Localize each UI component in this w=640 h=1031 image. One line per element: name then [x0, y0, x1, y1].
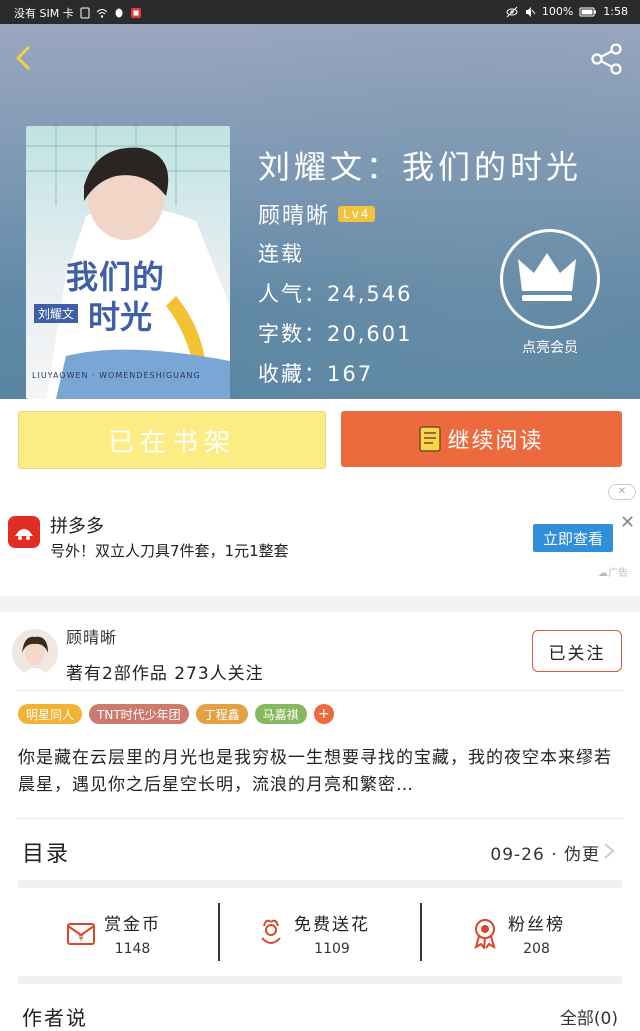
fans-stat[interactable]: 粉丝榜 208: [470, 903, 565, 963]
app-icon: [130, 8, 141, 18]
flowers-label: 免费送花: [294, 914, 370, 935]
wifi-icon: [96, 9, 108, 18]
tag-item[interactable]: 丁程鑫: [195, 704, 248, 724]
ad-close-icon[interactable]: ✕: [620, 512, 635, 533]
cover-title-line2: 时光: [88, 298, 153, 336]
separator: [420, 903, 422, 961]
toc-title[interactable]: 目录: [22, 836, 70, 868]
author-says-count[interactable]: 全部(0): [560, 1004, 618, 1029]
popularity-label: 人气：: [258, 282, 327, 306]
pinduoduo-logo-icon: [8, 516, 40, 548]
coins-label: 赏金币: [104, 914, 161, 935]
author-name: 顾晴晰: [258, 204, 331, 229]
vip-label: 点亮会员: [522, 340, 578, 356]
flowers-value: 1109: [314, 940, 350, 957]
popularity-row: 人气：24,546: [258, 278, 412, 308]
tag-list: 明星同人 TNT时代少年团 丁程鑫 马嘉祺 +: [18, 704, 334, 724]
medal-icon: [474, 919, 496, 949]
favorites-value: 167: [327, 362, 374, 386]
coin-envelope-icon: ¥: [67, 923, 95, 945]
popularity-value: 24,546: [327, 282, 413, 306]
fans-label: 粉丝榜: [508, 914, 565, 935]
level-badge: Lv4: [338, 206, 376, 222]
section-gap: [18, 976, 622, 984]
share-icon[interactable]: [590, 42, 624, 76]
tag-item[interactable]: 明星同人: [18, 704, 83, 724]
flower-icon: [261, 919, 281, 944]
clock: 1:58: [603, 5, 628, 18]
back-arrow-icon[interactable]: [10, 44, 38, 72]
author-card-meta: 著有2部作品 273人关注: [66, 664, 264, 684]
favorites-label: 收藏：: [258, 362, 327, 386]
ad-text: 号外！双立人刀具7件套，1元1整套: [50, 542, 289, 560]
carrier-text: 没有 SIM 卡: [14, 7, 74, 20]
word-count-label: 字数：: [258, 322, 327, 346]
book-header: 我们的 时光 刘耀文 LIUYAOWEN · WOMENDESHIGUANG 刘…: [0, 24, 640, 399]
word-count-value: 20,601: [327, 322, 413, 346]
flowers-stat[interactable]: 免费送花 1109: [256, 903, 370, 963]
status-bar: 没有 SIM 卡 100% 1:58: [0, 0, 640, 24]
author-says-title[interactable]: 作者说: [22, 1002, 88, 1031]
ad-cta-button[interactable]: 立即查看: [533, 524, 613, 552]
toc-update-info[interactable]: 09-26 · 伪更: [490, 840, 600, 865]
battery-percent: 100%: [541, 5, 574, 18]
vip-button[interactable]: 点亮会员: [500, 229, 600, 364]
coins-value: 1148: [114, 940, 151, 957]
author-row[interactable]: 顾晴晰 Lv4: [258, 198, 376, 230]
follow-button[interactable]: 已关注: [532, 630, 622, 672]
ad-banner[interactable]: ✕ 拼多多 号外！双立人刀具7件套，1元1整套 立即查看 ✕ ☁广告: [0, 482, 640, 594]
add-tag-icon[interactable]: +: [313, 704, 334, 724]
serial-status: 连载: [258, 242, 304, 266]
chevron-right-icon[interactable]: [602, 842, 616, 860]
ad-brand: 拼多多: [50, 516, 104, 537]
book-cover[interactable]: 我们的 时光 刘耀文 LIUYAOWEN · WOMENDESHIGUANG: [26, 126, 230, 399]
on-shelf-button[interactable]: 已在书架: [18, 411, 326, 469]
word-count-row: 字数：20,601: [258, 318, 412, 348]
section-gap: [18, 880, 622, 888]
book-title: 刘耀文：我们的时光: [258, 148, 583, 186]
tag-item[interactable]: 马嘉祺: [254, 704, 307, 724]
sim-icon: [80, 7, 90, 19]
continue-reading-button[interactable]: 继续阅读: [341, 411, 622, 467]
divider: [16, 818, 624, 819]
battery-icon: [579, 7, 597, 16]
favorites-row: 收藏：167: [258, 358, 373, 388]
ad-tag: ☁广告: [598, 568, 628, 579]
qq-icon: [115, 8, 123, 18]
coins-stat[interactable]: ¥ 赏金币 1148: [64, 903, 161, 963]
mute-icon: [525, 6, 536, 17]
svg-text:¥: ¥: [78, 934, 83, 943]
cover-pinyin: LIUYAOWEN · WOMENDESHIGUANG: [32, 371, 201, 380]
author-card-name[interactable]: 顾晴晰: [66, 624, 117, 648]
fans-value: 208: [523, 940, 550, 957]
crown-icon: [500, 229, 600, 329]
continue-reading-label: 继续阅读: [447, 429, 544, 454]
separator: [218, 903, 220, 961]
cover-tag: 刘耀文: [34, 304, 79, 323]
section-gap: [0, 596, 640, 612]
tag-item[interactable]: TNT时代少年团: [89, 704, 189, 724]
ad-dismiss-pill[interactable]: ✕: [608, 484, 636, 500]
eye-icon: [506, 6, 518, 17]
book-description[interactable]: 你是藏在云层里的月光也是我穷极一生想要寻找的宝藏，我的夜空本来缪若晨星，遇见你之…: [18, 745, 624, 799]
book-icon: [419, 426, 442, 452]
author-avatar[interactable]: [12, 629, 58, 675]
divider: [16, 690, 624, 691]
